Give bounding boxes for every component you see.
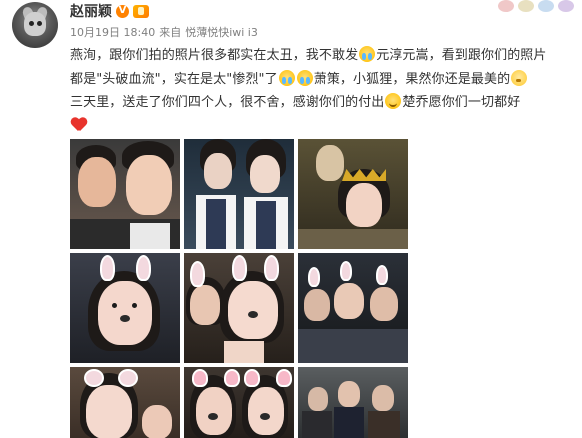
text-segment: 萧策，小狐狸，果然你还是最美的 bbox=[313, 71, 511, 87]
face-shape bbox=[86, 385, 132, 438]
bunny-ear-shape bbox=[232, 255, 247, 281]
bunny-ear-shape bbox=[264, 255, 279, 281]
face-shape bbox=[204, 153, 232, 189]
username[interactable]: 赵丽颖 bbox=[70, 1, 112, 21]
face-shape bbox=[142, 405, 172, 438]
photo-thumbnail[interactable] bbox=[70, 367, 180, 438]
face-shape bbox=[308, 387, 328, 411]
face-shape bbox=[372, 385, 394, 411]
clothing-shape bbox=[130, 223, 170, 249]
face-shape bbox=[338, 381, 360, 407]
post-text-line-3: 三天里，送走了你们四个人，很不舍，感谢你们的付出 楚乔愿你们一切都好 bbox=[70, 91, 576, 115]
bunny-ear-shape bbox=[340, 261, 352, 281]
face-shape bbox=[370, 287, 398, 321]
nose-shape bbox=[208, 413, 218, 420]
nose-shape bbox=[260, 413, 270, 420]
bunny-ear-shape bbox=[100, 255, 115, 281]
photo-thumbnail[interactable] bbox=[298, 253, 408, 363]
photo-thumbnail[interactable] bbox=[298, 139, 408, 249]
thinking-emoji bbox=[511, 69, 528, 86]
username-row: 赵丽颖 V bbox=[70, 2, 149, 20]
avatar-eye-right bbox=[37, 21, 42, 26]
text-segment: 燕洵，跟你们拍的照片很多都实在太丑，我不敢发 bbox=[70, 48, 359, 63]
photo-thumbnail[interactable] bbox=[298, 367, 408, 438]
avatar-face bbox=[24, 12, 46, 36]
top-right-decoration bbox=[496, 0, 582, 14]
face-shape bbox=[346, 183, 382, 227]
nose-shape bbox=[248, 311, 258, 318]
face-shape bbox=[98, 281, 152, 345]
dog-ear-shape bbox=[276, 369, 292, 387]
decoration-blob bbox=[518, 0, 534, 12]
face-shape bbox=[78, 157, 116, 207]
photo-grid bbox=[70, 139, 409, 438]
avatar-eye-left bbox=[29, 21, 34, 26]
clothing-shape bbox=[206, 199, 226, 249]
face-shape bbox=[304, 289, 330, 321]
post-text-line-4 bbox=[70, 115, 576, 139]
face-shape bbox=[248, 387, 284, 435]
crying-laugh-emoji bbox=[296, 69, 313, 86]
bunny-ear-shape bbox=[190, 261, 205, 287]
post-date[interactable]: 10月19日 18:40 bbox=[70, 24, 155, 40]
clothing-shape bbox=[298, 229, 408, 249]
post-text-line-1: 燕洵，跟你们拍的照片很多都实在太丑，我不敢发 元淳元嵩，看到跟你们的照片 bbox=[70, 44, 576, 68]
nose-shape bbox=[120, 315, 130, 322]
mouse-ear-shape bbox=[84, 369, 104, 387]
level-medal-icon[interactable] bbox=[133, 4, 149, 18]
clothing-shape bbox=[256, 201, 276, 249]
decoration-blob bbox=[498, 0, 514, 12]
text-segment: 元淳元嵩，看到跟你们的照片 bbox=[376, 48, 547, 63]
vip-badge-icon[interactable]: V bbox=[116, 4, 129, 18]
avatar[interactable] bbox=[12, 2, 58, 48]
dog-ear-shape bbox=[244, 369, 260, 387]
post-text-line-2: 都是"头破血流"，实在是太"惨烈"了 萧策，小狐狸，果然你还是最美的 bbox=[70, 68, 576, 92]
heart-icon bbox=[71, 118, 87, 132]
face-shape bbox=[196, 387, 232, 435]
decoration-blob bbox=[558, 0, 574, 12]
dog-ear-shape bbox=[224, 369, 240, 387]
face-shape bbox=[126, 155, 172, 215]
smile-emoji bbox=[385, 93, 402, 109]
clothing-shape bbox=[368, 411, 400, 438]
bunny-ear-shape bbox=[308, 267, 320, 287]
photo-thumbnail[interactable] bbox=[184, 367, 294, 438]
eye-shape bbox=[112, 303, 117, 308]
text-segment: 三天里，送走了你们四个人，很不舍，感谢你们的付出 bbox=[70, 95, 385, 110]
face-shape bbox=[190, 285, 220, 325]
face-shape bbox=[334, 283, 364, 319]
face-shape bbox=[228, 281, 278, 339]
decoration-blob bbox=[538, 0, 554, 12]
clothing-shape bbox=[334, 407, 364, 438]
post-text: 燕洵，跟你们拍的照片很多都实在太丑，我不敢发 元淳元嵩，看到跟你们的照片 都是"头… bbox=[70, 44, 576, 138]
photo-thumbnail[interactable] bbox=[184, 139, 294, 249]
crying-laugh-emoji bbox=[278, 69, 295, 86]
photo-thumbnail[interactable] bbox=[70, 139, 180, 249]
eye-shape bbox=[132, 303, 137, 308]
photo-thumbnail[interactable] bbox=[184, 253, 294, 363]
text-segment: 都是"头破血流"，实在是太"惨烈"了 bbox=[70, 71, 278, 87]
bunny-ear-shape bbox=[376, 265, 388, 285]
text-segment: 楚乔愿你们一切都好 bbox=[402, 95, 521, 110]
hand-shape bbox=[224, 341, 264, 363]
clothing-shape bbox=[298, 329, 408, 363]
crying-laugh-emoji bbox=[359, 46, 376, 62]
face-shape bbox=[316, 145, 344, 181]
face-shape bbox=[250, 155, 280, 193]
source-prefix: 来自 bbox=[159, 26, 182, 39]
mouse-ear-shape bbox=[118, 369, 138, 387]
post-source[interactable]: 悦薄悦快iwi i3 bbox=[185, 24, 258, 40]
post-meta: 10月19日 18:40 来自 悦薄悦快iwi i3 bbox=[70, 24, 258, 40]
photo-thumbnail[interactable] bbox=[70, 253, 180, 363]
bunny-ear-shape bbox=[136, 255, 151, 281]
clothing-shape bbox=[302, 411, 332, 438]
dog-ear-shape bbox=[192, 369, 208, 387]
